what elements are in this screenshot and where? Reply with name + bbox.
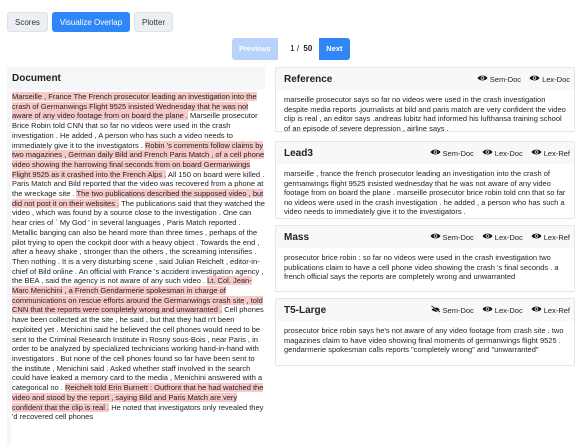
sem-doc-toggle[interactable]: Sem-Doc	[477, 74, 521, 84]
lex-ref-toggle[interactable]: Lex-Ref	[531, 232, 570, 242]
next-button[interactable]: Next	[319, 38, 350, 60]
card-header: T5-Large Sem-Doc Lex-Doc Lex-Ref	[276, 299, 574, 321]
lex-doc-toggle[interactable]: Lex-Doc	[482, 232, 523, 242]
toggle-label: Lex-Doc	[494, 305, 523, 315]
toggle-label: Lex-Doc	[494, 148, 523, 158]
tab-scores[interactable]: Scores	[7, 12, 48, 32]
eye-icon	[430, 232, 441, 242]
sem-doc-toggle[interactable]: Sem-Doc	[430, 148, 474, 158]
card-header: Mass Sem-Doc Lex-Doc Lex-Ref	[276, 226, 574, 248]
tab-visualize-overlap[interactable]: Visualize Overlap	[51, 12, 131, 32]
document-text[interactable]: Marseille , France The French prosecutor…	[11, 90, 265, 445]
toggle-label: Sem-Doc	[442, 148, 474, 158]
toggle-label: Lex-Ref	[543, 148, 570, 158]
lead3-card: Lead3 Sem-Doc Lex-Doc Lex-Ref marseille …	[275, 141, 575, 219]
page-indicator: / 50	[278, 38, 320, 60]
eye-icon	[531, 305, 542, 315]
text-segment: Cell phones have been collected at the s…	[12, 305, 264, 393]
lex-doc-toggle[interactable]: Lex-Doc	[482, 305, 523, 315]
page-number-input[interactable]	[284, 44, 295, 53]
pagination: Previous / 50 Next	[232, 38, 350, 60]
toggle-label: Lex-Doc	[542, 74, 570, 84]
score-toggles: Sem-Doc Lex-Doc Lex-Ref	[430, 305, 570, 315]
page-separator: /	[296, 44, 300, 53]
eye-slash-icon	[430, 305, 441, 315]
document-panel: Document Marseille , France The French p…	[7, 67, 265, 445]
toggle-label: Lex-Ref	[543, 232, 570, 242]
score-toggles: Sem-Doc Lex-Doc Lex-Ref	[430, 232, 570, 242]
card-title: Mass	[284, 231, 310, 243]
toggle-label: Lex-Ref	[543, 305, 570, 315]
sem-doc-toggle[interactable]: Sem-Doc	[430, 305, 474, 315]
eye-icon	[477, 74, 488, 84]
score-toggles: Sem-Doc Lex-Doc	[477, 74, 570, 84]
mass-card: Mass Sem-Doc Lex-Doc Lex-Ref prosecutor …	[275, 225, 575, 292]
tab-plotter[interactable]: Plotter	[134, 12, 174, 32]
eye-icon	[482, 305, 493, 315]
reference-card: Reference Sem-Doc Lex-Doc marseille pros…	[275, 67, 575, 133]
eye-icon	[531, 148, 542, 158]
page-total: 50	[303, 44, 313, 53]
previous-button[interactable]: Previous	[232, 38, 278, 60]
lex-ref-toggle[interactable]: Lex-Ref	[531, 148, 570, 158]
eye-icon	[529, 74, 540, 84]
sem-doc-toggle[interactable]: Sem-Doc	[430, 232, 474, 242]
summary-text: prosecutor brice robin says he's not awa…	[284, 326, 564, 355]
eye-icon	[482, 148, 493, 158]
toggle-label: Lex-Doc	[494, 232, 523, 242]
lex-doc-toggle[interactable]: Lex-Doc	[482, 148, 523, 158]
score-toggles: Sem-Doc Lex-Doc Lex-Ref	[430, 148, 570, 158]
lex-doc-toggle[interactable]: Lex-Doc	[529, 74, 570, 84]
summary-text: marseille , france the french prosecutor…	[284, 169, 566, 217]
view-tabs: Scores Visualize Overlap Plotter	[7, 12, 174, 32]
card-title: T5-Large	[284, 304, 327, 316]
lex-ref-toggle[interactable]: Lex-Ref	[531, 305, 570, 315]
toggle-label: Sem-Doc	[442, 305, 474, 315]
card-title: Lead3	[284, 147, 313, 159]
summary-text: prosecutor brice robin : so far no video…	[284, 253, 559, 282]
document-title: Document	[12, 73, 61, 84]
card-header: Reference Sem-Doc Lex-Doc	[276, 68, 574, 90]
eye-icon	[430, 148, 441, 158]
card-title: Reference	[284, 73, 333, 85]
toggle-label: Sem-Doc	[442, 232, 474, 242]
text-segment: The publications said that they watched …	[12, 198, 265, 286]
t5-large-card: T5-Large Sem-Doc Lex-Doc Lex-Ref prosecu…	[275, 298, 575, 366]
eye-icon	[482, 232, 493, 242]
summary-text: marseille prosecutor says so far no vide…	[284, 95, 566, 133]
toggle-label: Sem-Doc	[489, 74, 522, 84]
eye-icon	[531, 232, 542, 242]
card-header: Lead3 Sem-Doc Lex-Doc Lex-Ref	[276, 142, 574, 164]
